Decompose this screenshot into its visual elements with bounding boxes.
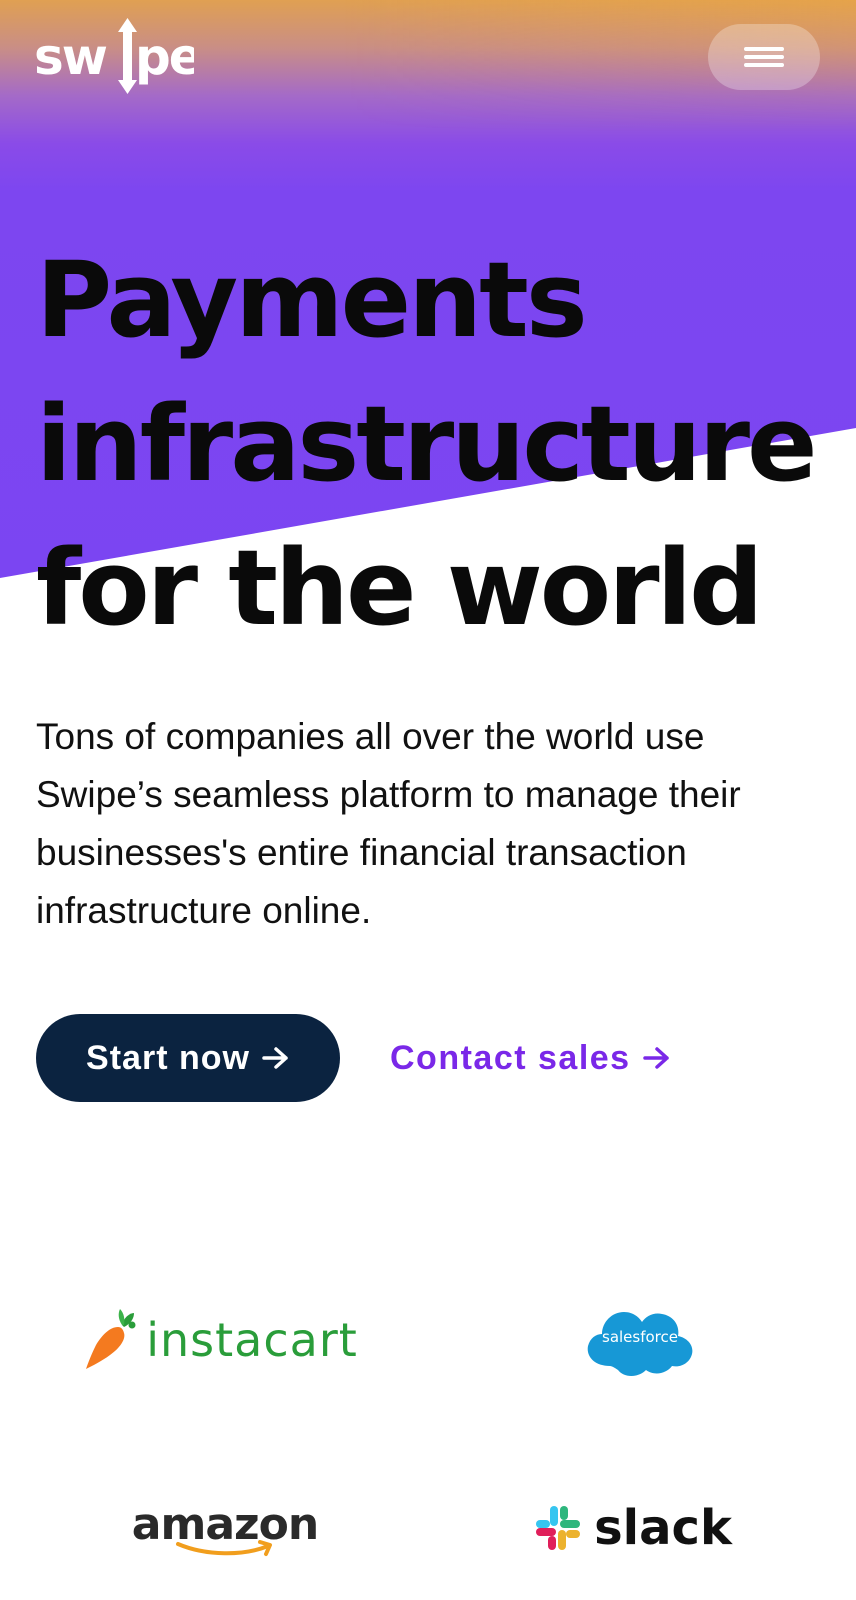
salesforce-wordmark: salesforce (602, 1328, 678, 1346)
instacart-wordmark: instacart (146, 1313, 358, 1367)
start-now-button[interactable]: Start now (36, 1014, 340, 1102)
contact-sales-label: Contact sales (390, 1038, 631, 1077)
svg-text:sw: sw (34, 28, 107, 86)
carrot-icon (86, 1309, 136, 1369)
slack-logo: slack (528, 1488, 738, 1568)
slack-wordmark: slack (594, 1500, 732, 1556)
hero-description: Tons of companies all over the world use… (36, 716, 741, 931)
headline-line-3: for the world (36, 527, 764, 649)
amazon-logo: amazon (130, 1488, 320, 1568)
menu-button[interactable] (708, 24, 820, 90)
contact-sales-link[interactable]: Contact sales (390, 1014, 671, 1102)
salesforce-logo: salesforce (580, 1300, 700, 1380)
instacart-logo: instacart (70, 1300, 370, 1380)
swipe-logo[interactable]: sw pe (34, 16, 194, 96)
hero-headline: Payments infrastructure for the world (36, 228, 846, 660)
svg-text:pe: pe (135, 28, 194, 86)
arrow-right-icon (262, 1047, 288, 1069)
headline-line-1: Payments (36, 239, 588, 361)
amazon-smile-icon (176, 1539, 272, 1556)
swipe-logo-mark: sw pe (34, 18, 194, 94)
amazon-mark: amazon (132, 1499, 319, 1558)
page: sw pe Payments infrastructure for the wo… (0, 0, 856, 1600)
arrow-right-icon (642, 1047, 669, 1069)
slack-hash-icon (536, 1506, 581, 1550)
headline-line-2: infrastructure (36, 383, 818, 505)
start-now-label: Start now (86, 1038, 250, 1077)
hamburger-icon (744, 46, 784, 68)
